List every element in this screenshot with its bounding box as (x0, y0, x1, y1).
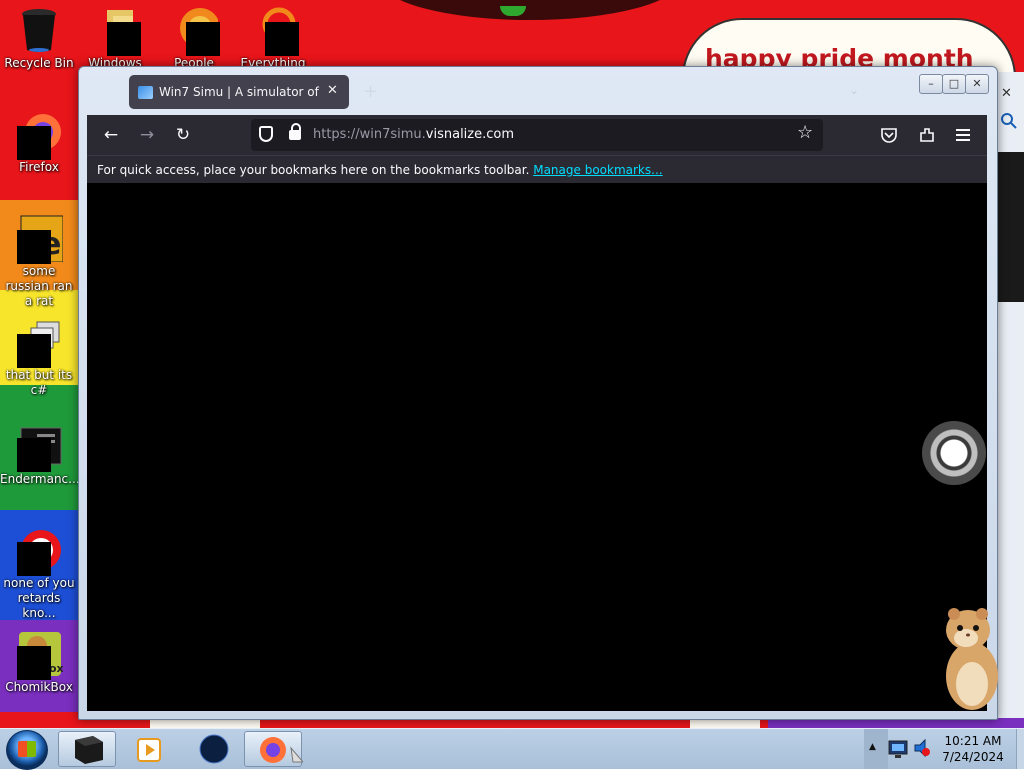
taskbar: ▲ 10:21 AM 7/24/2024 (0, 728, 1024, 770)
desktop-icon-chomikbox[interactable]: ox ChomikBox (0, 630, 78, 695)
windows-flag-icon (138, 86, 153, 99)
tab-title: Win7 Simu | A simulator of Win (159, 85, 321, 99)
desktop-icon-firefox[interactable]: Firefox (0, 110, 78, 175)
desktop-icon-csharp[interactable]: that but its c# (0, 318, 78, 398)
maximize-button[interactable]: □ (942, 74, 966, 94)
show-desktop-button[interactable] (1016, 729, 1024, 769)
desktop-icon-recycle-bin[interactable]: Recycle Bin (0, 6, 78, 71)
desktop-icon-russian-rat[interactable]: e some russian ran a rat (0, 214, 78, 309)
back-button[interactable]: ← (99, 123, 123, 147)
clock-time: 10:21 AM (944, 734, 1002, 748)
minimize-icon: – (928, 77, 934, 90)
black-cube-icon (75, 736, 103, 764)
maximize-icon: □ (948, 77, 960, 90)
taskbar-item-media-player[interactable] (124, 731, 182, 767)
firefox-window[interactable]: – □ ✕ Win7 Simu | A simulator of Win ✕ +… (78, 66, 998, 720)
pocket-icon[interactable] (877, 123, 901, 147)
tracking-protection-shield-icon[interactable] (259, 126, 273, 142)
reload-button[interactable]: ↻ (171, 123, 195, 147)
tray-separator (864, 729, 888, 769)
recycle-bin-icon (22, 9, 56, 52)
desktop-icon-label: Endermanc... (0, 472, 80, 486)
desktop-icon-label: that but its c# (5, 368, 73, 397)
url-domain: visnalize.com (425, 127, 515, 142)
desktop-icon-label: Recycle Bin (4, 56, 74, 70)
desktop-icon-everything[interactable]: Everything (234, 6, 312, 71)
manage-bookmarks-link[interactable]: Manage bookmarks... (533, 163, 662, 177)
minimize-button[interactable]: – (919, 74, 943, 94)
taskbar-item-firefox[interactable] (244, 731, 305, 767)
globe-icon (199, 734, 229, 764)
extensions-icon[interactable] (915, 123, 939, 147)
tab-close-icon[interactable]: ✕ (327, 83, 338, 98)
bookmark-star-icon[interactable]: ☆ (797, 122, 813, 143)
system-clock[interactable]: 10:21 AM 7/24/2024 (934, 733, 1012, 765)
start-button[interactable] (6, 730, 48, 770)
page-content[interactable] (87, 183, 987, 711)
windows-logo-icon (18, 741, 36, 757)
desktop-icon-label: ChomikBox (5, 680, 73, 694)
navigation-toolbar: ← → ↻ https://win7simu.visnalize.com ☆ (87, 115, 987, 155)
app-menu-icon[interactable] (951, 123, 975, 147)
forward-button[interactable]: → (135, 123, 159, 147)
bookmarks-message: For quick access, place your bookmarks h… (97, 163, 534, 177)
bookmarks-toolbar: For quick access, place your bookmarks h… (87, 155, 987, 184)
floating-assist-button[interactable] (922, 421, 986, 485)
bookmarks-hint: For quick access, place your bookmarks h… (97, 163, 663, 177)
desktop-icon-label: Firefox (19, 160, 59, 174)
taskbar-item-globe[interactable] (186, 731, 244, 767)
close-icon[interactable]: ✕ (1001, 86, 1012, 101)
volume-icon[interactable] (912, 737, 934, 762)
desktop-icon-endermanch[interactable]: Endermanc... (0, 422, 80, 487)
new-tab-button[interactable]: + (363, 81, 378, 102)
close-button[interactable]: ✕ (965, 74, 989, 94)
svg-text:ox: ox (49, 662, 63, 675)
hamster-sticker (946, 608, 998, 710)
taskbar-item-file-explorer[interactable] (58, 731, 116, 767)
clock-date: 7/24/2024 (942, 750, 1004, 764)
desktop-icon-none-of-you[interactable]: none of you retards kno... (0, 526, 78, 621)
url-prefix: https://win7simu. (313, 127, 426, 142)
firefox-icon (260, 737, 305, 763)
network-icon[interactable] (888, 739, 910, 762)
tab-win7-simu[interactable]: Win7 Simu | A simulator of Win ✕ (129, 75, 349, 109)
lock-icon[interactable] (289, 123, 301, 140)
url-bar[interactable]: https://win7simu.visnalize.com ☆ (251, 119, 823, 151)
close-icon: ✕ (972, 77, 982, 90)
search-icon[interactable] (1000, 112, 1018, 134)
tray-chevron-icon[interactable]: ▲ (869, 742, 876, 752)
list-all-tabs-icon[interactable]: ⌄ (849, 83, 859, 97)
desktop-icon-label: some russian ran a rat (5, 264, 73, 308)
desktop-icon-label: none of you retards kno... (3, 576, 75, 620)
url-text[interactable]: https://win7simu.visnalize.com (313, 127, 514, 142)
media-player-icon (137, 738, 161, 762)
